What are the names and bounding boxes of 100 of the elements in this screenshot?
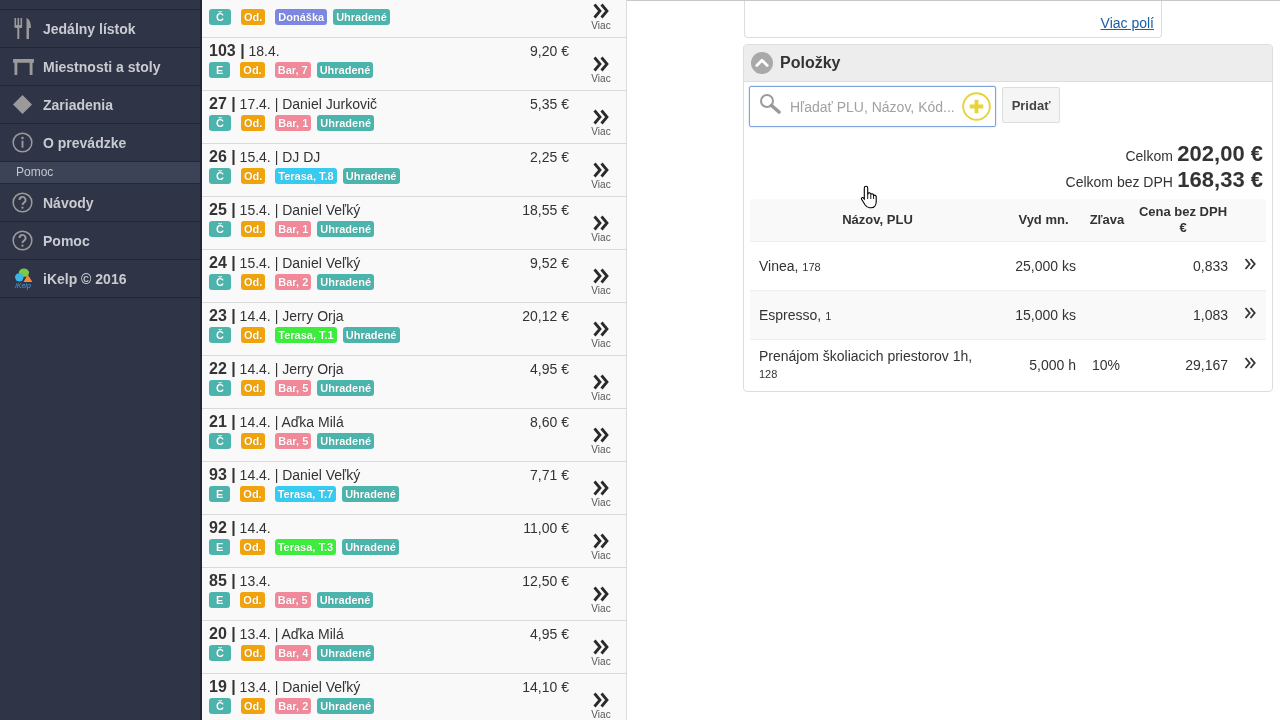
search-icon <box>759 93 781 115</box>
order-total: 9,52 € <box>530 254 570 273</box>
sidebar-item[interactable]: Pomoc <box>0 221 200 259</box>
order-tag: Bar, 4 <box>275 645 312 661</box>
order-title: 25 | 15.4. | Daniel Veľký <box>209 200 362 220</box>
info-icon <box>12 132 33 153</box>
order-title: 20 | 13.4. | Aďka Milá <box>209 624 345 644</box>
order-title: 26 | 15.4. | DJ DJ <box>209 147 322 167</box>
order-tag: Č <box>209 380 231 396</box>
help-icon <box>12 192 33 213</box>
order-tag: Bar, 1 <box>275 221 312 237</box>
double-chevron-icon[interactable] <box>1244 258 1256 270</box>
order-tag: Uhradené <box>317 380 374 396</box>
order-tag: Uhradené <box>317 698 374 714</box>
order-title: 92 | 14.4. <box>209 518 272 538</box>
more-link[interactable]: Viac <box>576 0 626 37</box>
column-header: Zľava <box>1088 212 1126 228</box>
order-tag: Od. <box>240 62 265 78</box>
order-total: 2,25 € <box>530 148 570 167</box>
double-chevron-icon[interactable] <box>592 321 610 337</box>
double-chevron-icon[interactable] <box>592 639 610 655</box>
order-tag: Uhradené <box>317 274 374 290</box>
double-chevron-icon[interactable] <box>592 692 610 708</box>
double-chevron-icon[interactable] <box>592 586 610 602</box>
order-tag: Uhradené <box>316 62 374 78</box>
sidebar-item[interactable]: Jedálny lístok <box>0 9 200 47</box>
double-chevron-icon[interactable] <box>592 56 610 72</box>
order-title: 23 | 14.4. | Jerry Orja <box>209 306 345 326</box>
order-tag: Uhradené <box>316 592 374 608</box>
order-tag: Od. <box>240 274 266 290</box>
more-link[interactable]: Viac <box>576 515 626 567</box>
order-tag: Bar, 5 <box>274 592 311 608</box>
more-link[interactable]: Viac <box>576 144 626 196</box>
order-tag: Bar, 5 <box>275 380 312 396</box>
more-link[interactable]: Viac <box>576 250 626 302</box>
order-tag: Uhradené <box>317 221 374 237</box>
table-cell-text: 5,000 h <box>1028 356 1077 373</box>
order-tag: Od. <box>240 433 266 449</box>
cutlery-icon <box>12 18 33 39</box>
order-tag: Od. <box>240 327 266 343</box>
total-label: Celkom bez DPH <box>1065 174 1173 190</box>
more-link[interactable]: Viac <box>576 568 626 620</box>
order-tag: Č <box>209 327 231 343</box>
more-link[interactable]: Viac <box>576 621 626 673</box>
total-value: 202,00 € <box>1177 141 1263 166</box>
order-tag: Č <box>209 9 231 25</box>
more-link[interactable]: Viac <box>576 38 626 90</box>
double-chevron-icon[interactable] <box>592 162 610 178</box>
double-chevron-icon[interactable] <box>1244 307 1256 319</box>
total-label: Celkom <box>1125 148 1173 164</box>
order-tag: Č <box>209 698 231 714</box>
double-chevron-icon[interactable] <box>1244 356 1256 369</box>
double-chevron-icon[interactable] <box>592 480 610 496</box>
order-title: 85 | 13.4. <box>209 571 272 591</box>
order-tag: Terasa, T.1 <box>275 327 337 343</box>
order-tag: Uhradené <box>342 168 400 184</box>
more-link[interactable]: Viac <box>576 303 626 355</box>
order-tag: Uhradené <box>317 433 374 449</box>
search-field[interactable]: Hľadať PLU, Názov, Kód... <box>749 86 996 127</box>
more-link[interactable]: Viac <box>576 674 626 720</box>
sidebar-item[interactable]: Miestnosti a stoly <box>0 47 200 85</box>
order-title: 103 | 18.4. <box>209 41 281 61</box>
order-tag: Terasa, T.3 <box>274 539 337 555</box>
more-link[interactable]: Viac <box>576 197 626 249</box>
order-title: 19 | 13.4. | Daniel Veľký <box>209 677 362 697</box>
sidebar-item[interactable]: Zariadenia <box>0 85 200 123</box>
double-chevron-icon[interactable] <box>592 374 610 390</box>
double-chevron-icon[interactable] <box>592 3 610 19</box>
more-link[interactable]: Viac <box>576 409 626 461</box>
column-header: Vyd mn. <box>1017 212 1070 228</box>
more-fields-link[interactable]: Viac polí <box>1100 15 1154 31</box>
more-link[interactable]: Viac <box>576 356 626 408</box>
table-cell-text: 15,000 ks <box>1014 307 1077 323</box>
order-tag: Od. <box>240 221 266 237</box>
double-chevron-icon[interactable] <box>592 533 610 549</box>
table-cell-text: 25,000 ks <box>1014 258 1077 274</box>
order-tag: Bar, 7 <box>274 62 311 78</box>
order-tag: Od. <box>240 698 266 714</box>
order-tag: Uhradené <box>342 539 399 555</box>
order-title: 24 | 15.4. | Daniel Veľký <box>209 253 362 273</box>
order-tag: Č <box>209 645 231 661</box>
double-chevron-icon[interactable] <box>592 427 610 443</box>
double-chevron-icon[interactable] <box>592 215 610 231</box>
order-tag: E <box>209 539 231 555</box>
more-link[interactable]: Viac <box>576 462 626 514</box>
order-total: 14,10 € <box>522 678 570 697</box>
order-tag: Bar, 1 <box>275 115 312 131</box>
more-link[interactable]: Viac <box>576 91 626 143</box>
order-tag: E <box>209 486 231 502</box>
double-chevron-icon[interactable] <box>592 109 610 125</box>
sidebar-item[interactable]: Návody <box>0 183 200 221</box>
order-tag: Donáška <box>275 9 328 25</box>
double-chevron-icon[interactable] <box>592 268 610 284</box>
help-icon <box>12 230 33 251</box>
brand-label: iKelp © 2016 <box>43 270 127 287</box>
order-tag: Uhradené <box>317 645 374 661</box>
add-button[interactable]: Pridať <box>1002 87 1060 123</box>
order-total: 20,12 € <box>522 307 570 326</box>
order-tag: Od. <box>240 486 265 502</box>
order-tag: Od. <box>240 9 266 25</box>
